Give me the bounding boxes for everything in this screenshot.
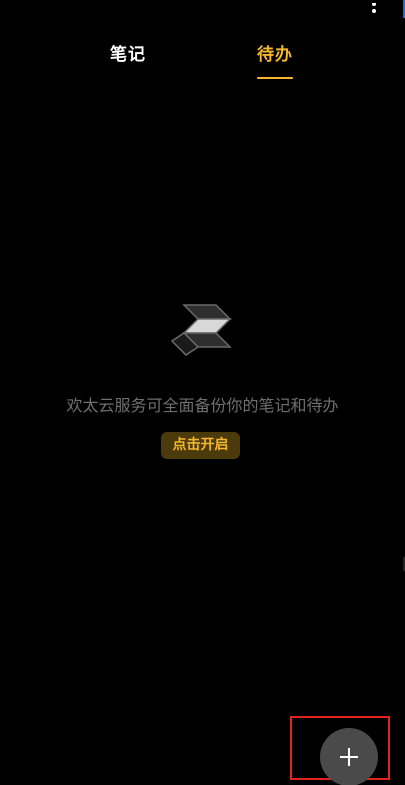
cloud-backup-message: 欢太云服务可全面备份你的笔记和待办 xyxy=(66,396,339,415)
app-screen: 笔记 待办 欢太云服务可全面备份你的笔记和待办 点击开启 xyxy=(0,0,405,785)
cloud-logo-icon xyxy=(170,303,234,359)
plus-icon xyxy=(340,748,358,766)
tab-notes[interactable]: 笔记 xyxy=(110,44,146,66)
tab-todo[interactable]: 待办 xyxy=(257,44,293,66)
enable-cloud-button[interactable]: 点击开启 xyxy=(161,432,240,459)
add-todo-button[interactable] xyxy=(320,728,378,785)
more-options-icon[interactable] xyxy=(367,0,381,13)
active-tab-indicator xyxy=(257,77,293,79)
